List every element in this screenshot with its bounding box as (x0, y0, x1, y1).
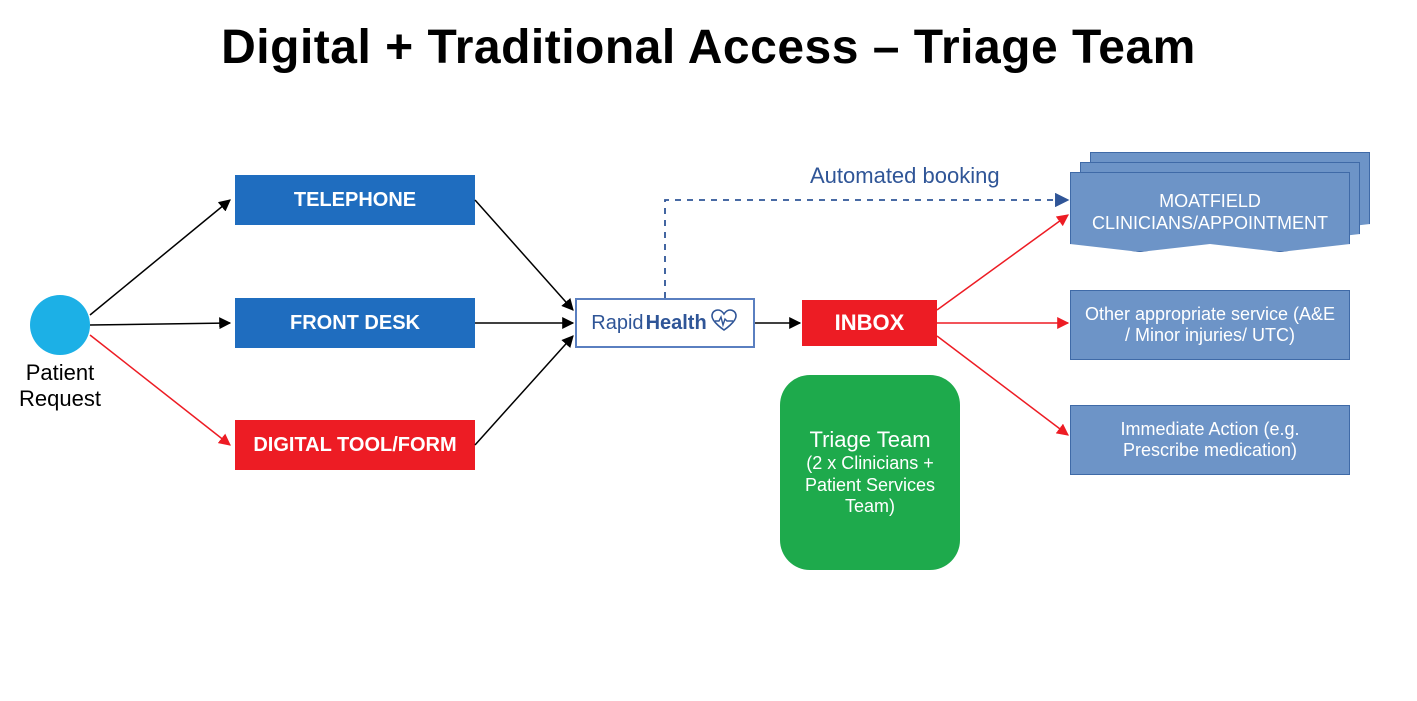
channel-telephone: TELEPHONE (235, 175, 475, 225)
triage-team-box: Triage Team (2 x Clinicians + Patient Se… (780, 375, 960, 570)
channel-front-desk: FRONT DESK (235, 298, 475, 348)
inbox-box: INBOX (802, 300, 937, 346)
channel-digital-tool: DIGITAL TOOL/FORM (235, 420, 475, 470)
rapidhealth-logo-bold: Health (646, 312, 707, 335)
patient-request-label: Patient Request (10, 360, 110, 412)
arrow-automated-booking (665, 200, 1068, 298)
triage-team-title: Triage Team (809, 427, 930, 453)
arrow-telephone-to-rapid (475, 200, 573, 310)
diagram-stage: Digital + Traditional Access – Triage Te… (0, 0, 1417, 701)
arrow-patient-to-digital (90, 335, 230, 445)
outcome-immediate-action: Immediate Action (e.g. Prescribe medicat… (1070, 405, 1350, 475)
automated-booking-label: Automated booking (810, 163, 1000, 189)
arrow-patient-to-telephone (90, 200, 230, 315)
page-title: Digital + Traditional Access – Triage Te… (0, 20, 1417, 75)
arrow-patient-to-frontdesk (90, 323, 230, 325)
arrow-digital-to-rapid (475, 336, 573, 445)
patient-request-node (30, 295, 90, 355)
rapidhealth-box: RapidHealth (575, 298, 755, 348)
heartbeat-icon (709, 309, 739, 338)
outcome-other-service: Other appropriate service (A&E / Minor i… (1070, 290, 1350, 360)
clinicians-card-front: MOATFIELD CLINICIANS/APPOINTMENT (1070, 172, 1350, 252)
rapidhealth-logo-thin: Rapid (591, 312, 643, 335)
triage-team-subtitle: (2 x Clinicians + Patient Services Team) (790, 453, 950, 518)
arrow-inbox-to-clinicians (937, 215, 1068, 310)
